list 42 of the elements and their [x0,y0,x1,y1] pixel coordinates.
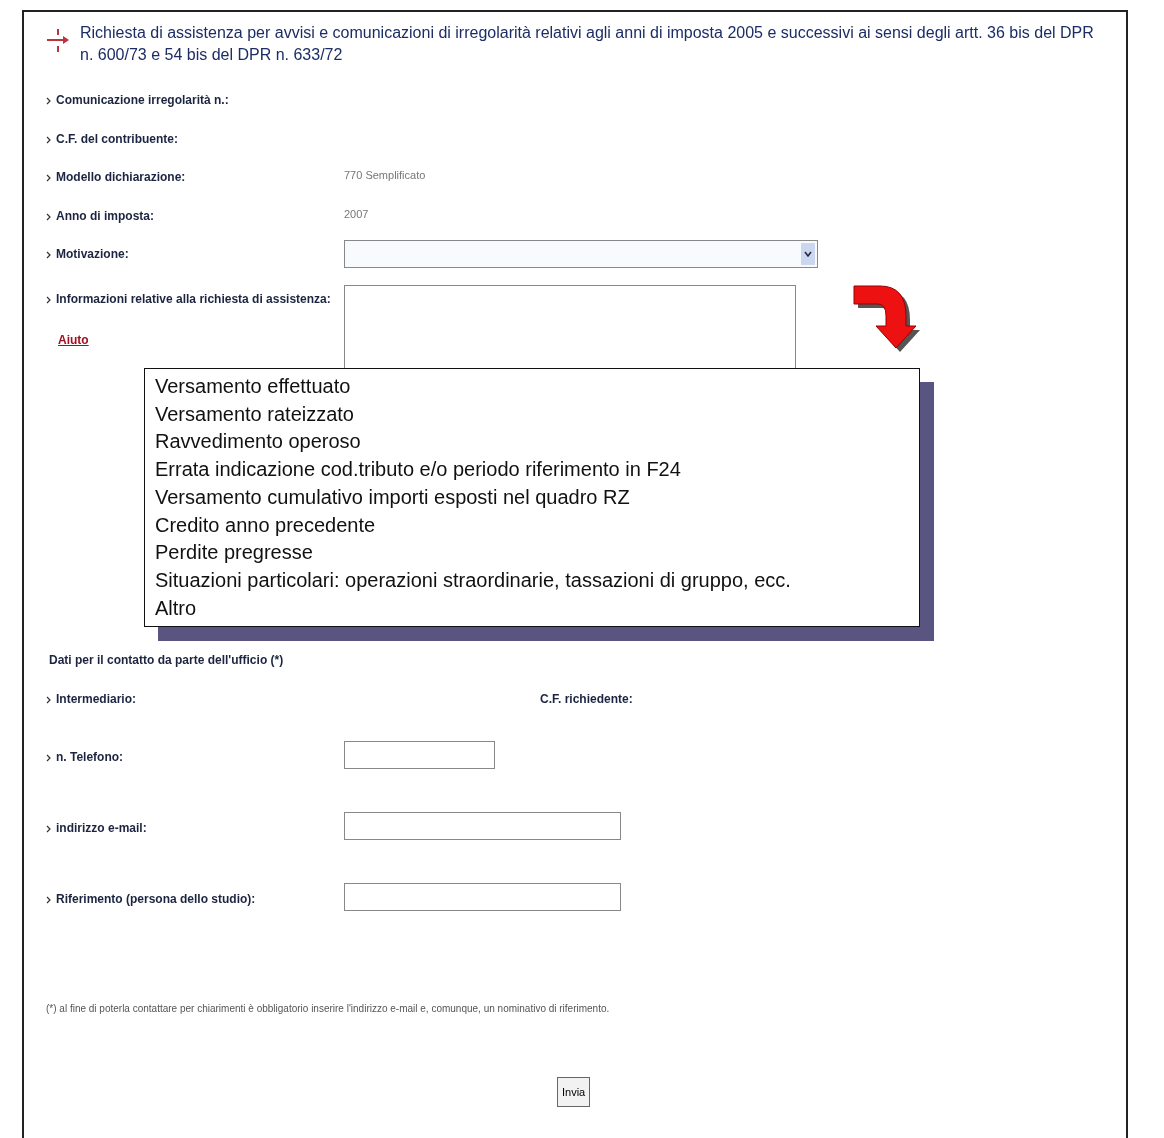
footnote: (*) al fine di poterla contattare per chiarimenti è obbligatorio inserire l'indirizzo e-mail e, comunque, un nominativo di riferimento. [46,1003,611,1016]
chevron-icon [46,296,51,304]
section-heading: Dati per il contatto da parte dell'ufficio (*) [49,653,285,669]
field-label: Informazioni relative alla richiesta di assistenza: [56,291,331,307]
field-label: C.F. richiedente: [540,691,633,707]
field-label: Riferimento (persona dello studio): [56,891,256,907]
chevron-icon [46,174,51,182]
field-label: C.F. del contribuente: [56,130,178,147]
text-field[interactable] [344,883,621,911]
field-label: Comunicazione irregolarità n.: [56,92,229,108]
help-link[interactable]: Aiuto [58,333,89,347]
chevron-icon [46,212,51,221]
submit-button[interactable]: Invia [557,1077,591,1107]
chevron-icon [46,135,51,144]
chevron-icon [46,896,51,904]
chevron-icon [46,825,51,833]
chevron-icon [46,754,51,762]
field-label: n. Telefono: [56,749,124,765]
field-label: Anno di imposta: [56,207,154,224]
chevron-icon [46,251,51,259]
text-field[interactable] [344,812,621,840]
dropdown-option[interactable]: Versamento rateizzato [155,400,909,429]
dropdown-option[interactable]: Errata indicazione cod.tributo e/o periodo riferimento in F24 [155,456,909,484]
dropdown-option[interactable]: Credito anno precedente [155,511,909,540]
motivation-select[interactable] [344,240,818,268]
field-value: 2007 [344,207,369,220]
page-title: Richiesta di assistenza per avvisi e comunicazioni di irregolarità relativi agli anni di imposta 2005 e successivi ai sensi degli artt. 36 bis del DPR n. 600/73 e 54 bis del DPR n. 633/72 [80,23,1095,65]
field-label: indirizzo e-mail: [56,820,147,836]
field-label: Intermediario: [56,691,136,707]
chevron-icon [46,97,51,105]
dropdown-option[interactable]: Altro [155,594,909,623]
chevron-icon [46,696,51,704]
field-label: Motivazione: [56,246,129,262]
caret-icon [801,243,815,265]
dropdown-option[interactable]: Versamento cumulativo importi esposti nel quadro RZ [155,483,909,512]
field-value: 770 Semplificato [344,169,426,181]
dropdown-option[interactable]: Ravvedimento operoso [155,428,909,457]
dropdown-option[interactable]: Situazioni particolari: operazioni straordinarie, tassazioni di gruppo, ecc. [155,566,909,595]
field-label: Modello dichiarazione: [56,169,186,185]
dropdown-option[interactable]: Perdite pregresse [155,539,909,567]
dropdown-option[interactable]: Versamento effettuato [155,373,909,401]
text-field[interactable] [344,741,495,769]
